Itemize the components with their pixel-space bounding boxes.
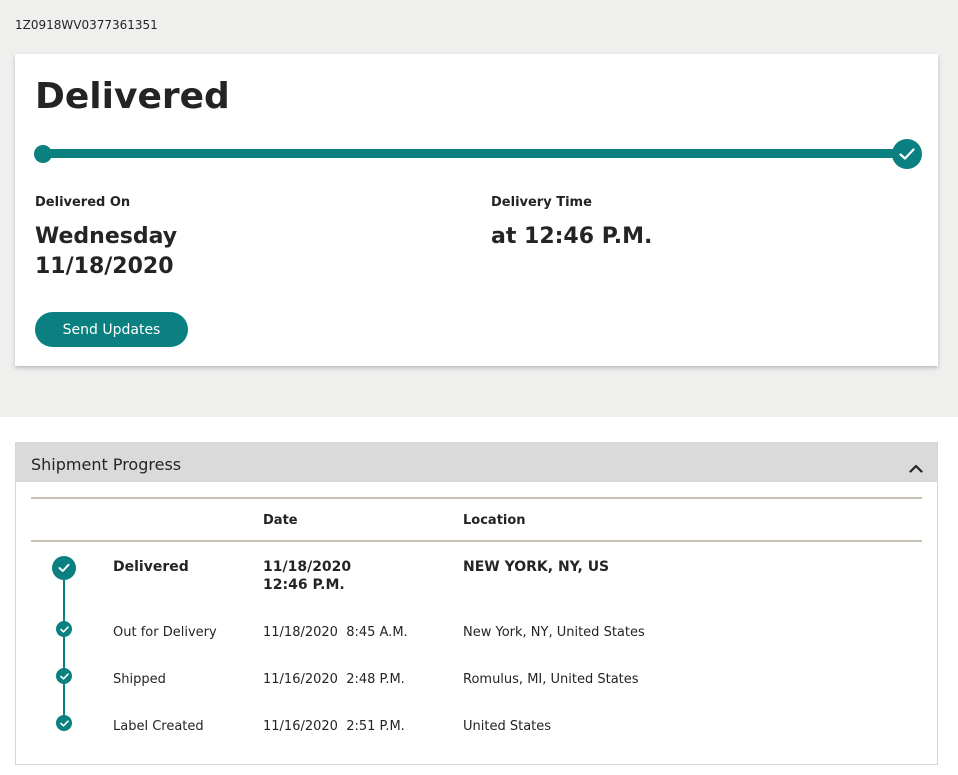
column-header-location: Location — [463, 513, 526, 528]
progress-start-dot — [34, 145, 52, 163]
table-header-rule — [31, 540, 922, 542]
shipment-progress-header[interactable]: Shipment Progress — [16, 443, 937, 482]
delivery-time-value: at 12:46 P.M. — [491, 224, 653, 249]
status-card: Delivered Delivered On Wednesday 11/18/2… — [15, 54, 938, 366]
delivered-on-date: 11/18/2020 — [35, 254, 174, 279]
check-circle-icon — [56, 621, 72, 637]
event-location: Romulus, MI, United States — [463, 672, 639, 687]
event-location: United States — [463, 719, 552, 734]
progress-bar — [37, 149, 905, 158]
delivery-time-label: Delivery Time — [491, 195, 592, 210]
status-title: Delivered — [35, 76, 230, 117]
event-location: NEW YORK, NY, US — [463, 559, 610, 575]
check-icon — [892, 139, 922, 169]
event-status: Out for Delivery — [113, 625, 217, 640]
event-status: Delivered — [113, 559, 189, 575]
delivered-on-label: Delivered On — [35, 195, 131, 210]
check-circle-icon — [52, 556, 76, 580]
event-location: New York, NY, United States — [463, 625, 645, 640]
timeline-line — [63, 569, 65, 726]
event-date: 11/18/2020 8:45 A.M. — [263, 625, 408, 640]
event-status: Shipped — [113, 672, 166, 687]
event-date: 11/16/2020 2:51 P.M. — [263, 719, 405, 734]
shipment-progress-title: Shipment Progress — [31, 455, 182, 474]
event-status: Label Created — [113, 719, 204, 734]
check-circle-icon — [56, 668, 72, 684]
tracking-number[interactable]: 1Z0918WV0377361351 — [15, 18, 158, 32]
check-circle-icon — [56, 715, 72, 731]
event-time: 12:46 P.M. — [263, 577, 345, 593]
event-date: 11/18/2020 — [263, 559, 352, 575]
shipment-progress-panel: Shipment Progress Date Location Delivere… — [15, 442, 938, 765]
delivered-on-day: Wednesday — [35, 224, 178, 249]
column-header-date: Date — [263, 513, 298, 528]
send-updates-button[interactable]: Send Updates — [35, 312, 188, 347]
table-top-rule — [31, 497, 922, 499]
event-date: 11/16/2020 2:48 P.M. — [263, 672, 405, 687]
chevron-up-icon[interactable] — [909, 458, 923, 477]
